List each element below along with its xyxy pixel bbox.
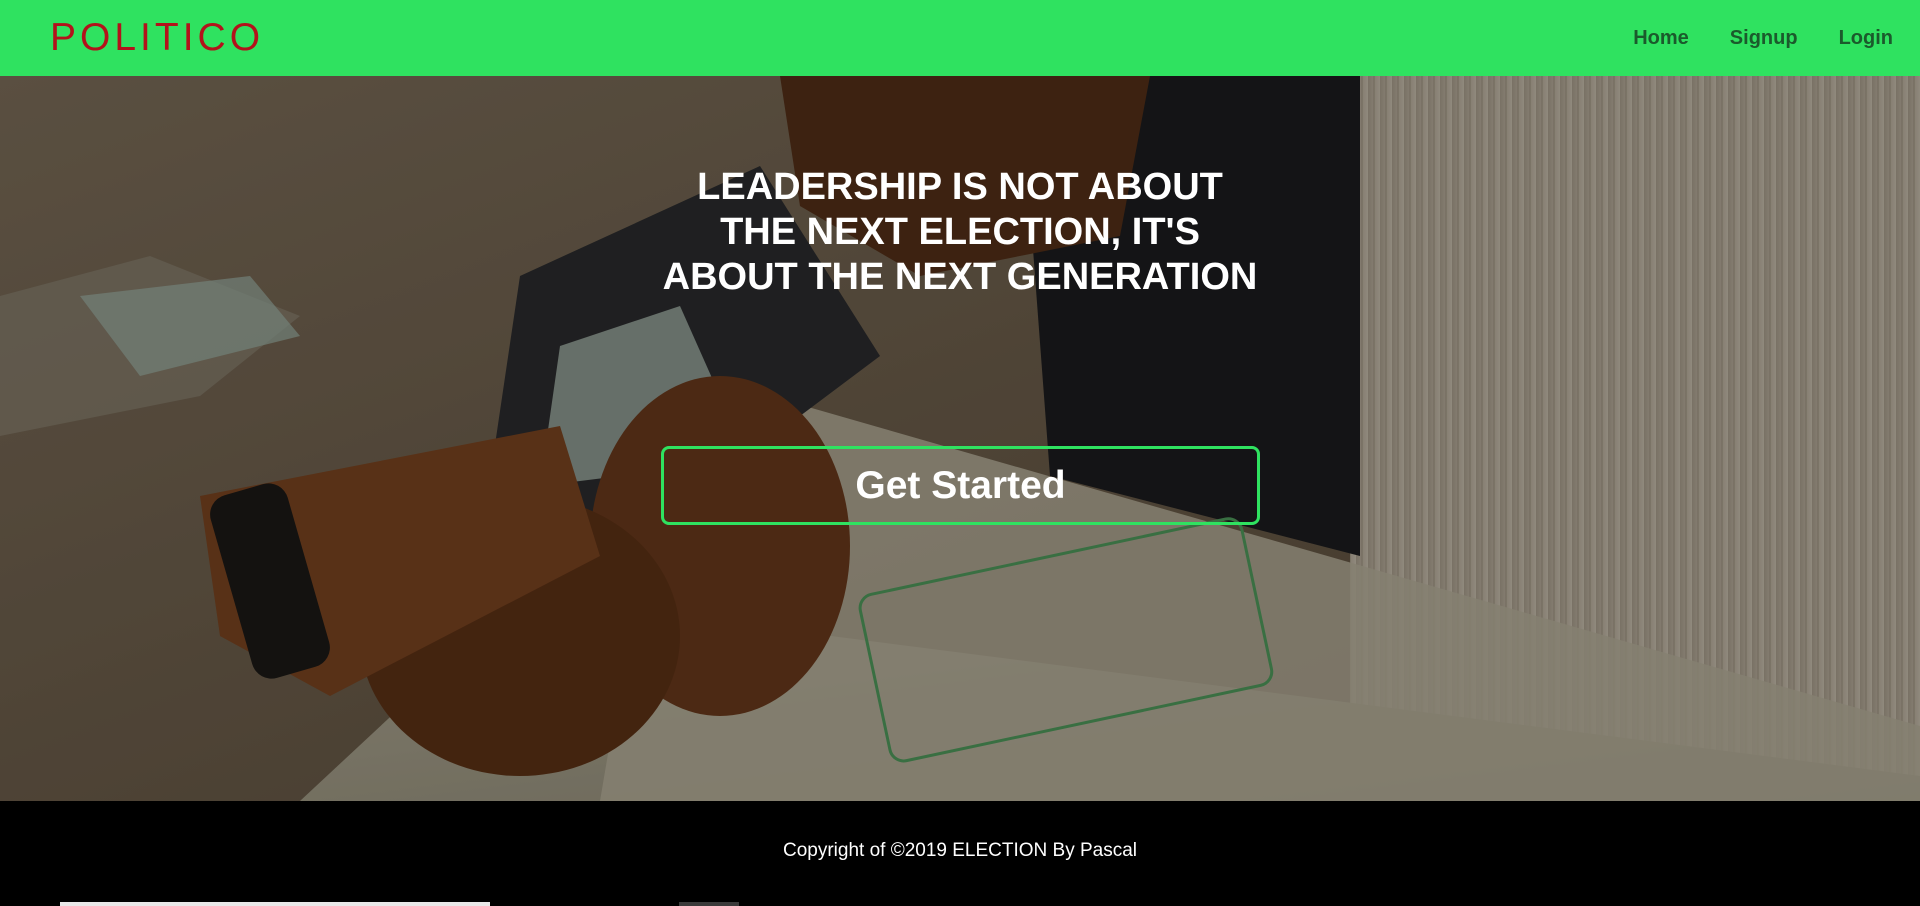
- nav-links: Home Signup Login: [1592, 27, 1893, 50]
- get-started-button[interactable]: Get Started: [661, 446, 1260, 525]
- brand-logo[interactable]: POLITICO: [50, 16, 264, 60]
- nav-link-signup[interactable]: Signup: [1730, 27, 1798, 50]
- copyright-text: Copyright of ©2019 ELECTION By Pascal: [782, 840, 1138, 861]
- hero-headline: LEADERSHIP IS NOT ABOUT THE NEXT ELECTIO…: [662, 166, 1258, 298]
- nav-link-home[interactable]: Home: [1633, 27, 1689, 50]
- footer-divider-center: [679, 902, 739, 906]
- nav-link-login[interactable]: Login: [1839, 27, 1893, 50]
- top-navbar: POLITICO Home Signup Login: [0, 0, 1920, 76]
- footer-divider-left: [60, 902, 490, 906]
- hero-section: LEADERSHIP IS NOT ABOUT THE NEXT ELECTIO…: [0, 76, 1920, 801]
